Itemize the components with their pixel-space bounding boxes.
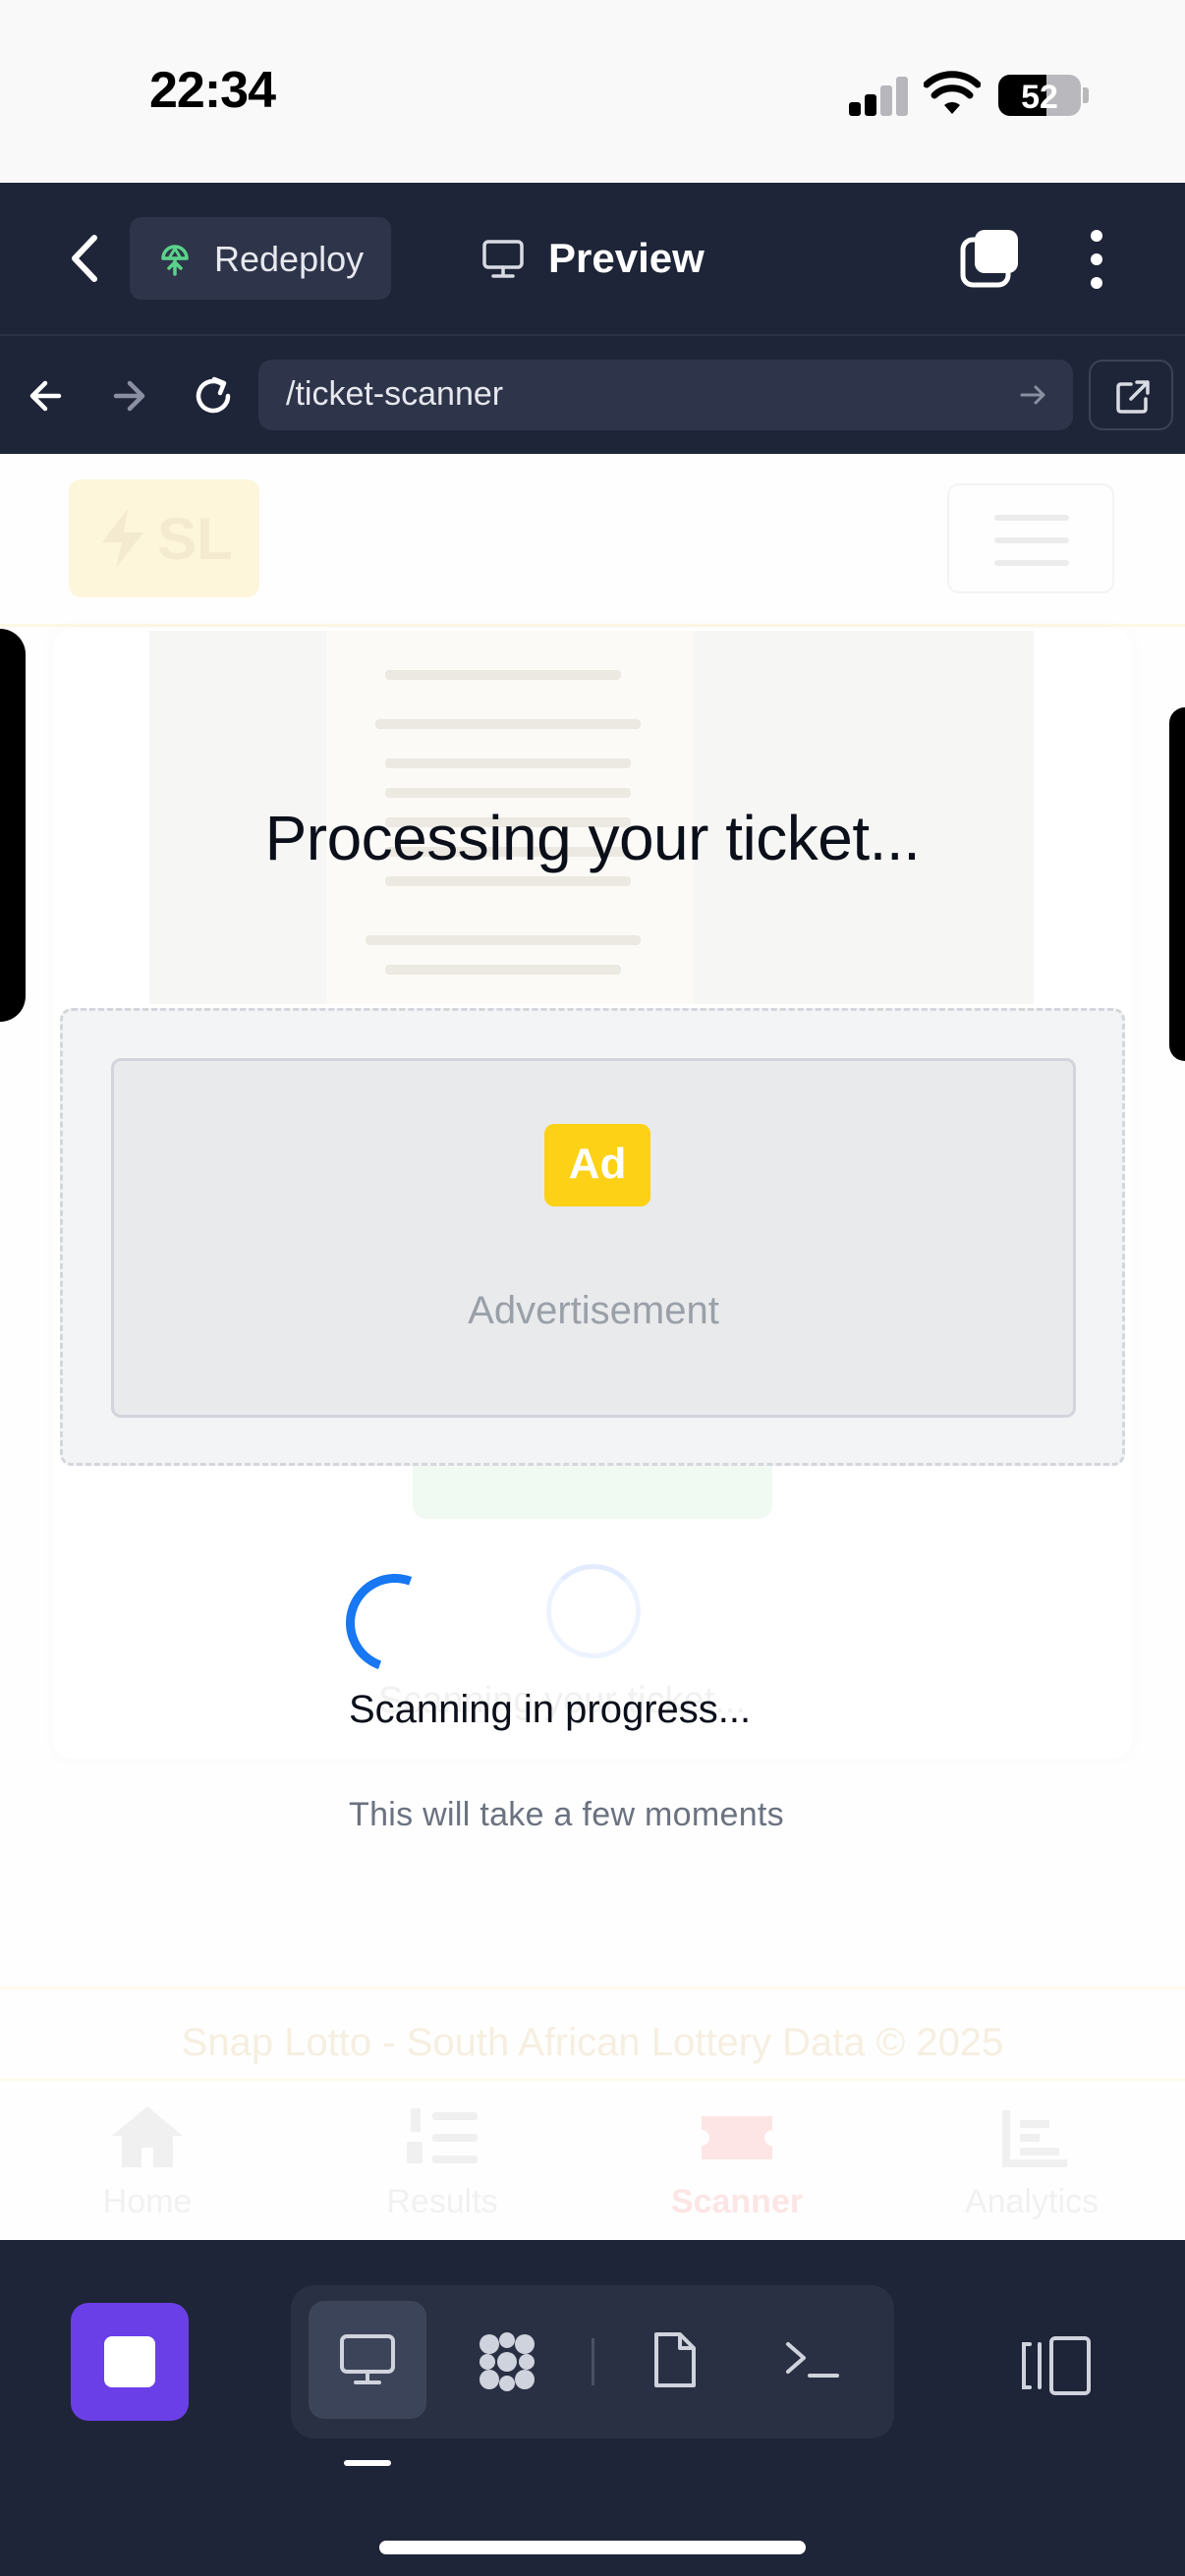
more-vertical-icon[interactable]	[1081, 228, 1112, 291]
battery-icon: 52	[998, 75, 1081, 116]
url-input[interactable]: /ticket-scanner	[258, 360, 1073, 430]
loading-spinner-icon	[329, 1557, 461, 1689]
deploy-icon	[161, 245, 189, 276]
advertisement-label: Advertisement	[468, 1289, 719, 1332]
reload-icon[interactable]	[187, 369, 240, 422]
scan-status-text: Scanning in progress...	[349, 1688, 752, 1731]
external-link-icon	[1116, 380, 1150, 414]
panel-toggle-icon[interactable]	[1016, 2326, 1095, 2405]
preview-label: Preview	[548, 235, 705, 281]
battery-level: 52	[1021, 79, 1058, 116]
arrow-left-icon[interactable]	[20, 369, 73, 422]
preview-button[interactable]: Preview	[481, 217, 717, 300]
apps-icon	[480, 2332, 535, 2391]
arrow-right-icon[interactable]	[102, 369, 155, 422]
processing-title: Processing your ticket...	[264, 803, 921, 873]
stop-button[interactable]	[71, 2303, 189, 2421]
monitor-icon	[482, 240, 524, 278]
go-arrow-icon[interactable]	[1016, 377, 1051, 413]
home-indicator	[379, 2541, 806, 2554]
ad-badge-text: Ad	[568, 1140, 627, 1188]
ad-slot: Ad Advertisement	[60, 1008, 1125, 1466]
frame-edge-left	[0, 629, 26, 1022]
apps-tool-button[interactable]	[446, 2301, 564, 2419]
cellular-signal-icon	[849, 75, 908, 116]
status-time: 22:34	[149, 62, 276, 119]
scan-subtext: This will take a few moments	[349, 1796, 784, 1833]
wifi-icon	[924, 71, 981, 114]
url-path: /ticket-scanner	[286, 375, 504, 413]
file-icon	[654, 2332, 696, 2387]
preview-tool-button[interactable]	[309, 2301, 426, 2419]
redeploy-label: Redeploy	[214, 239, 365, 279]
redeploy-button[interactable]: Redeploy	[130, 217, 391, 300]
files-tool-button[interactable]	[615, 2301, 733, 2419]
url-bar: /ticket-scanner	[0, 334, 1185, 454]
advertisement-banner[interactable]: Ad Advertisement	[111, 1058, 1076, 1418]
processing-overlay: Processing your ticket... Ad Advertiseme…	[0, 454, 1185, 2240]
ad-badge-icon: Ad	[544, 1124, 650, 1206]
tool-group	[291, 2285, 894, 2438]
tool-separator	[592, 2338, 594, 2385]
monitor-icon	[340, 2334, 395, 2384]
active-tab-indicator	[344, 2460, 391, 2466]
status-bar: 22:34 52	[0, 0, 1185, 183]
stop-icon	[104, 2336, 155, 2387]
tabs-icon[interactable]	[959, 228, 1022, 291]
terminal-tool-button[interactable]	[753, 2301, 871, 2419]
back-chevron-icon[interactable]	[55, 226, 114, 291]
ide-header: Redeploy Preview	[0, 183, 1185, 334]
open-external-button[interactable]	[1089, 360, 1173, 430]
frame-edge-right	[1169, 707, 1185, 1061]
battery-cap	[1083, 87, 1089, 103]
terminal-icon	[786, 2342, 839, 2378]
ide-toolbar	[0, 2240, 1185, 2576]
